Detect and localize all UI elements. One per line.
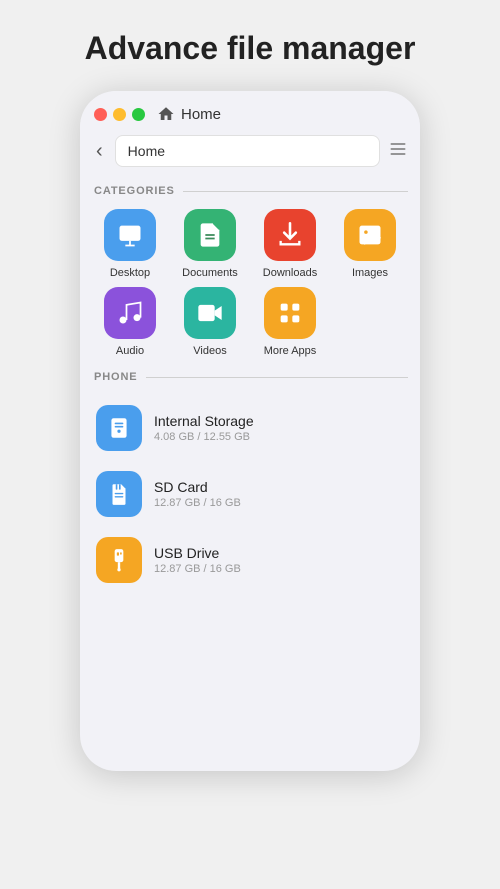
sd-card-sub: 12.87 GB / 16 GB <box>154 497 241 509</box>
internal-storage-sub: 4.08 GB / 12.55 GB <box>154 431 254 443</box>
category-icon-downloads <box>264 209 316 261</box>
phone-section: PHONE Internal St <box>92 371 408 593</box>
category-label-videos: Videos <box>193 345 226 357</box>
back-button[interactable]: ‹ <box>92 139 107 163</box>
usb-drive-name: USB Drive <box>154 545 241 561</box>
list-view-icon[interactable] <box>388 139 408 164</box>
traffic-light-yellow[interactable] <box>113 108 126 121</box>
traffic-light-red[interactable] <box>94 108 107 121</box>
title-bar: Home <box>80 91 420 131</box>
title-bar-label: Home <box>157 105 221 123</box>
traffic-light-green[interactable] <box>132 108 145 121</box>
category-item-documents[interactable]: Documents <box>172 209 248 279</box>
phone-frame: Home ‹ CATEGORIES <box>80 91 420 771</box>
category-item-images[interactable]: Images <box>332 209 408 279</box>
categories-section-title: CATEGORIES <box>94 185 408 197</box>
search-input[interactable] <box>115 135 380 167</box>
sd-card-name: SD Card <box>154 479 241 495</box>
category-label-desktop: Desktop <box>110 267 150 279</box>
phone-section-title: PHONE <box>94 371 408 383</box>
usb-drive-info: USB Drive 12.87 GB / 16 GB <box>154 545 241 575</box>
categories-grid: Desktop Documents Downloads <box>92 209 408 357</box>
internal-storage-info: Internal Storage 4.08 GB / 12.55 GB <box>154 413 254 443</box>
sd-card-icon <box>96 471 142 517</box>
home-icon <box>157 105 175 123</box>
category-icon-moreapps <box>264 287 316 339</box>
storage-item-usb[interactable]: USB Drive 12.87 GB / 16 GB <box>92 527 408 593</box>
usb-drive-sub: 12.87 GB / 16 GB <box>154 563 241 575</box>
category-label-audio: Audio <box>116 345 144 357</box>
category-label-downloads: Downloads <box>263 267 317 279</box>
category-icon-images <box>344 209 396 261</box>
category-icon-documents <box>184 209 236 261</box>
title-bar-text: Home <box>181 106 221 123</box>
search-bar-row: ‹ <box>80 131 420 175</box>
internal-storage-icon <box>96 405 142 451</box>
sd-card-info: SD Card 12.87 GB / 16 GB <box>154 479 241 509</box>
category-item-videos[interactable]: Videos <box>172 287 248 357</box>
content-area: CATEGORIES Desktop Documents <box>80 185 420 613</box>
category-icon-videos <box>184 287 236 339</box>
internal-storage-name: Internal Storage <box>154 413 254 429</box>
traffic-lights <box>94 108 145 121</box>
usb-drive-icon <box>96 537 142 583</box>
storage-list: Internal Storage 4.08 GB / 12.55 GB <box>92 395 408 593</box>
storage-item-sd[interactable]: SD Card 12.87 GB / 16 GB <box>92 461 408 527</box>
page-title: Advance file manager <box>65 20 436 67</box>
storage-item-internal[interactable]: Internal Storage 4.08 GB / 12.55 GB <box>92 395 408 461</box>
category-item-moreapps[interactable]: More Apps <box>252 287 328 357</box>
category-icon-desktop <box>104 209 156 261</box>
category-label-images: Images <box>352 267 388 279</box>
category-item-audio[interactable]: Audio <box>92 287 168 357</box>
category-label-documents: Documents <box>182 267 238 279</box>
category-label-moreapps: More Apps <box>264 345 317 357</box>
category-item-downloads[interactable]: Downloads <box>252 209 328 279</box>
phone-inner: Home ‹ CATEGORIES <box>80 91 420 771</box>
category-item-desktop[interactable]: Desktop <box>92 209 168 279</box>
category-icon-audio <box>104 287 156 339</box>
